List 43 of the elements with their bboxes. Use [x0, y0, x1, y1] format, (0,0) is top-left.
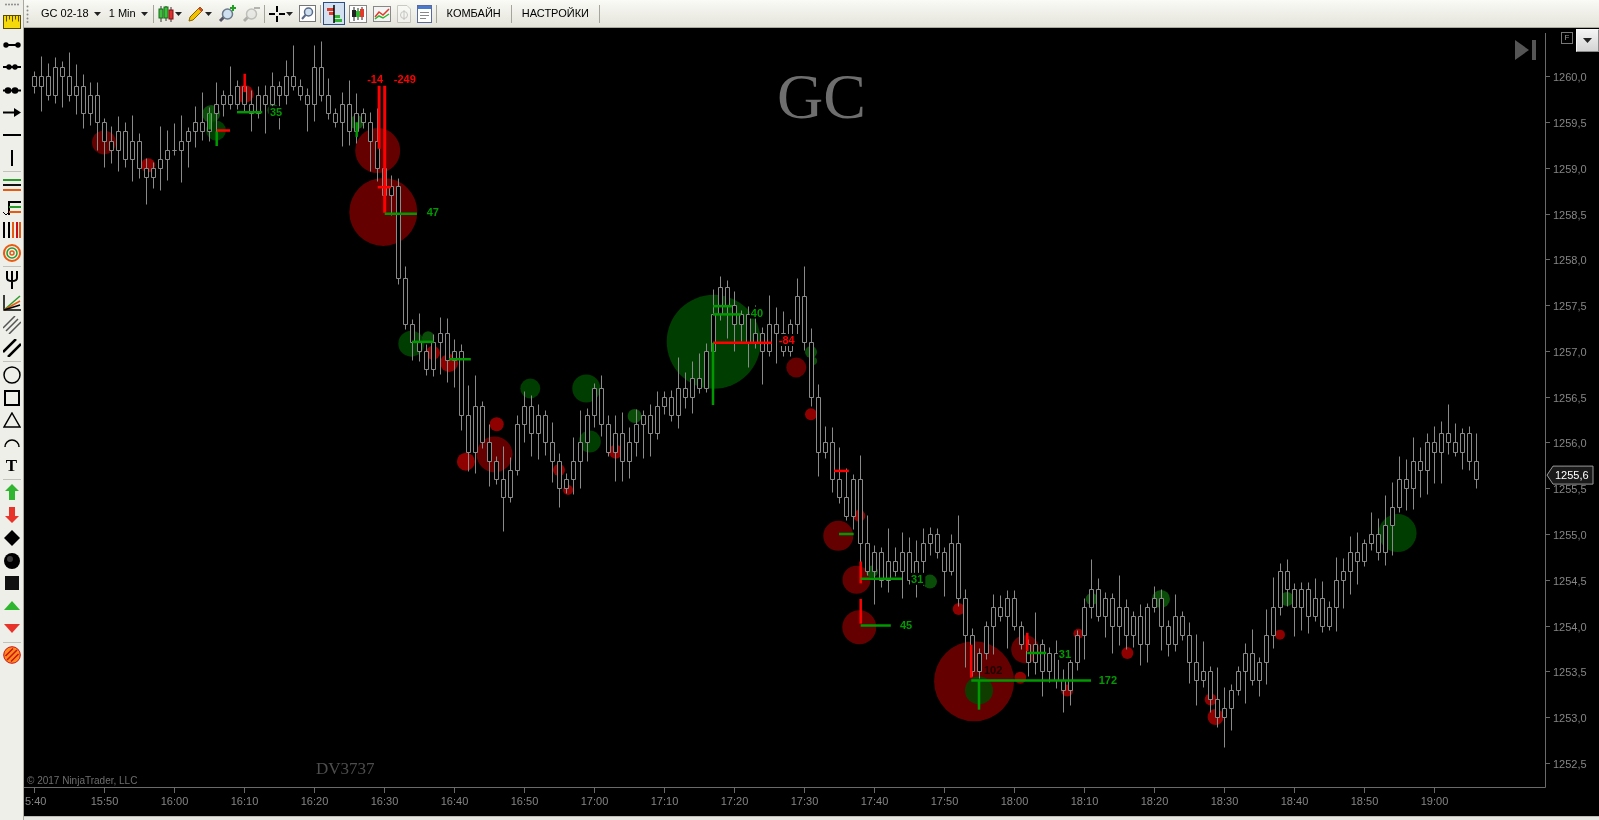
copyright-notice: © 2017 NinjaTrader, LLC — [27, 776, 138, 786]
time-axis-label: 16:50 — [510, 795, 539, 807]
chart-text-label: DV3737 — [316, 760, 375, 777]
price-axis-label: 1259,5 — [1553, 116, 1587, 129]
last-price-tag: 1255,6 — [1546, 465, 1594, 485]
price-axis-label: 1252,5 — [1553, 757, 1587, 770]
price-axis-label: 1255,0 — [1553, 528, 1587, 541]
time-axis-label: 18:10 — [1070, 795, 1099, 807]
price-axis-label: 1254,0 — [1553, 620, 1587, 633]
time-axis-label: 17:30 — [790, 795, 819, 807]
price-axis-label: 1257,5 — [1553, 299, 1587, 312]
time-axis-label: 17:20 — [720, 795, 749, 807]
price-axis-label: 1259,0 — [1553, 162, 1587, 175]
time-axis-label: 19:00 — [1420, 795, 1449, 807]
time-axis-label: 17:50 — [930, 795, 959, 807]
time-axis-label: 18:00 — [1000, 795, 1029, 807]
level-value: -249 — [393, 73, 416, 86]
price-axis-label: 1258,5 — [1553, 208, 1587, 221]
time-axis-label: 15:50 — [90, 795, 119, 807]
time-axis-label: 17:10 — [650, 795, 679, 807]
price-axis-label: 1258,0 — [1553, 253, 1587, 266]
price-axis-label: 1260,0 — [1553, 70, 1587, 83]
panel-flag: F — [1561, 32, 1573, 44]
time-axis-label: 16:00 — [160, 795, 189, 807]
time-axis-label: 18:40 — [1280, 795, 1309, 807]
time-axis-label: 16:30 — [370, 795, 399, 807]
time-axis-label: 5:40 — [25, 795, 47, 807]
price-axis-label: 1257,0 — [1553, 345, 1587, 358]
time-axis-label: 16:20 — [300, 795, 329, 807]
price-axis-label: 1254,5 — [1553, 574, 1587, 587]
level-value: -14 — [367, 73, 384, 86]
price-axis-label: 1253,5 — [1553, 665, 1587, 678]
time-axis-label: 18:50 — [1350, 795, 1379, 807]
time-axis-label: 16:10 — [230, 795, 259, 807]
price-axis-label: 1256,0 — [1553, 436, 1587, 449]
time-axis-label: 18:20 — [1140, 795, 1169, 807]
time-axis-label: 18:30 — [1210, 795, 1239, 807]
time-axis-label: 17:40 — [860, 795, 889, 807]
price-axis-label: 1256,5 — [1553, 391, 1587, 404]
price-axis-label: 1255,5 — [1553, 482, 1587, 495]
time-axis-label: 17:00 — [580, 795, 609, 807]
time-axis-label: 16:40 — [440, 795, 469, 807]
price-axis-label: 1253,0 — [1553, 711, 1587, 724]
